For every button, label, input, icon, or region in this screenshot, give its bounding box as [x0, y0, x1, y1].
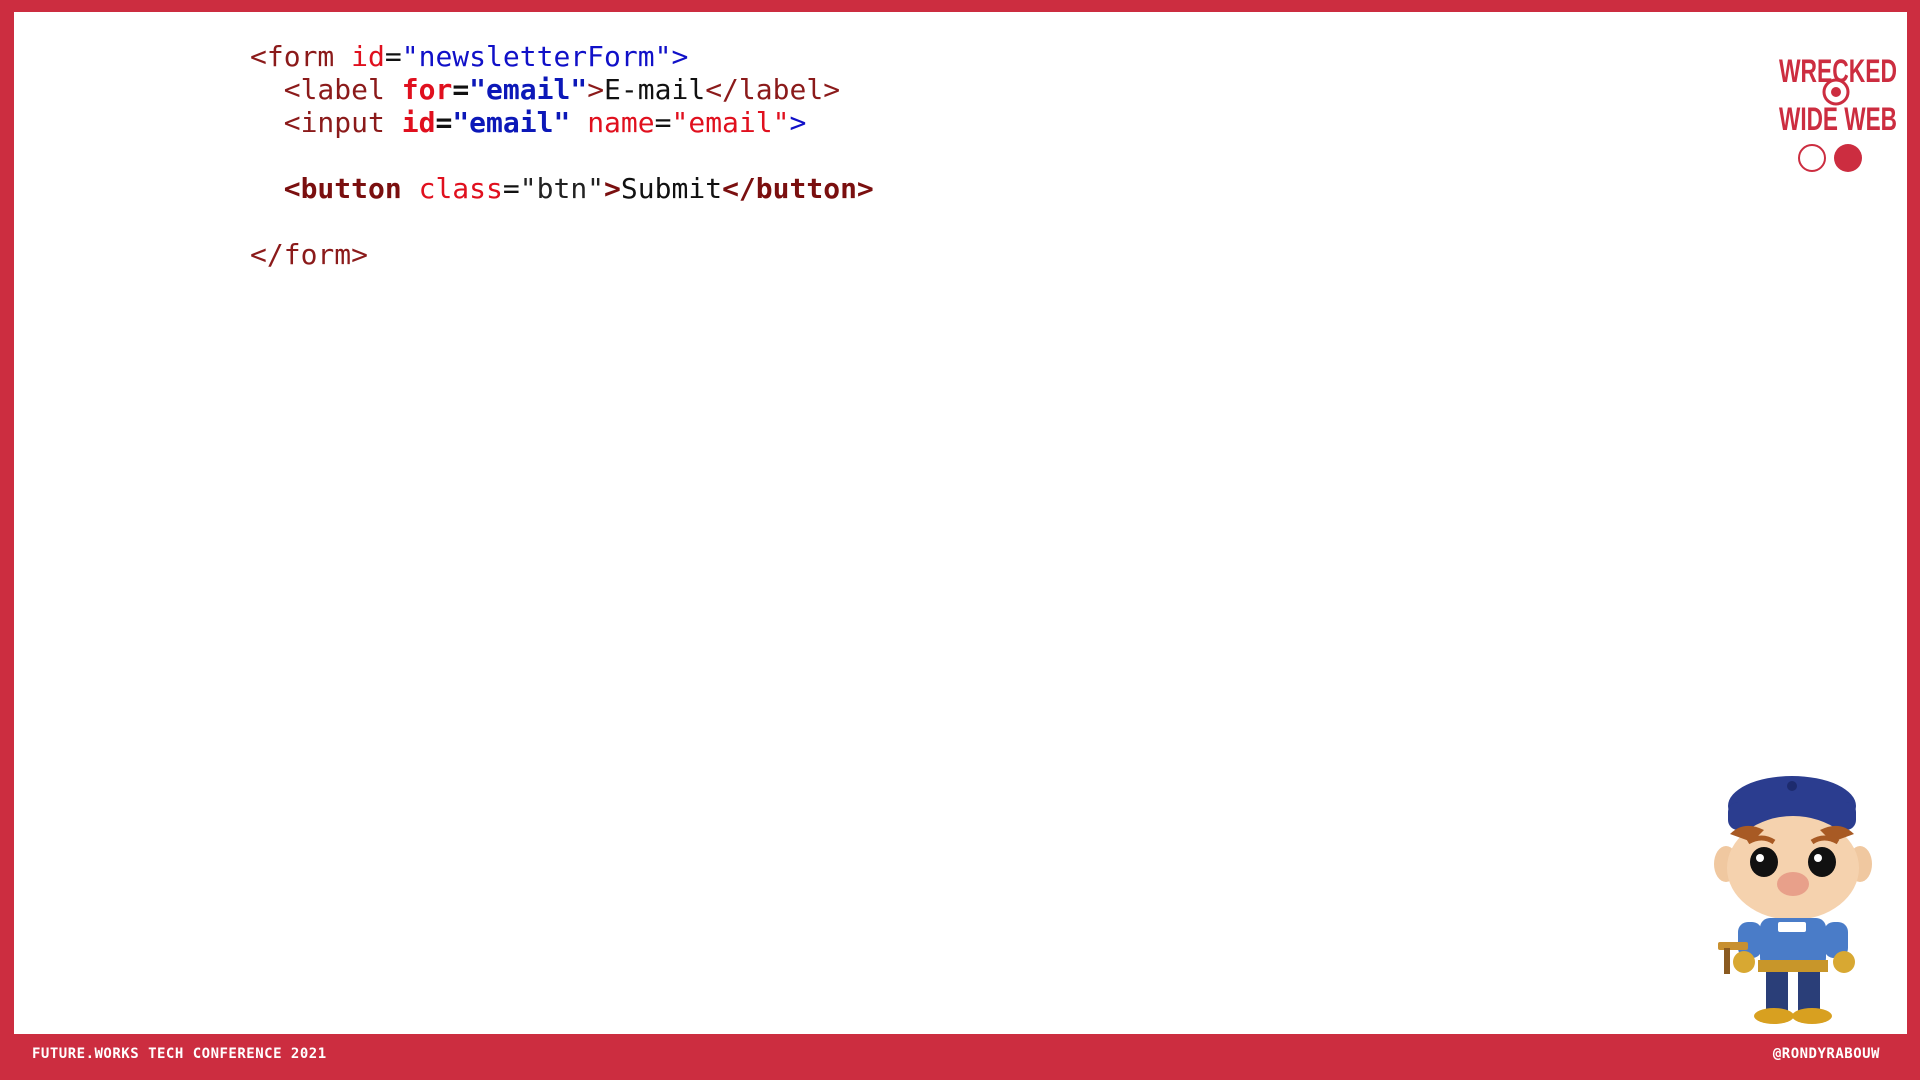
slide-dot-filled: [1834, 144, 1862, 172]
code-token-attr: id: [401, 106, 436, 139]
code-token-tag-close: >: [604, 172, 621, 205]
code-line-label: <label for="email">E-mail</label>: [250, 73, 874, 106]
code-token-eq: =: [435, 106, 453, 139]
logo-text-line2: WIDE WEB: [1779, 101, 1897, 137]
code-token-end-tag: </form>: [250, 238, 369, 271]
code-token-attr: id: [351, 40, 385, 73]
code-block: <form id="newsletterForm"> <label for="e…: [250, 40, 874, 271]
code-token-tag: <input: [283, 106, 402, 139]
wreck-it-ralph-logo-icon: WRECKED WIDE WEB: [1779, 53, 1897, 137]
code-token-string: "email": [671, 106, 790, 139]
code-token-tag: <button: [283, 172, 402, 205]
code-token-string: "email": [469, 73, 588, 106]
code-token-eq: =: [384, 40, 402, 73]
code-token-attr: name: [587, 106, 655, 139]
code-line-input: <input id="email" name="email">: [250, 106, 874, 139]
code-token-tag-close: >: [671, 40, 689, 73]
code-token-eq: =: [654, 106, 672, 139]
code-token-string: "email": [452, 106, 571, 139]
code-token-string: "btn": [519, 172, 605, 205]
code-token-text: Submit: [620, 172, 723, 205]
code-token-tag-close: >: [587, 73, 605, 106]
code-token-string: "newsletterForm": [401, 40, 672, 73]
slide-dot-empty: [1798, 144, 1826, 172]
slide-canvas: <form id="newsletterForm"> <label for="e…: [14, 12, 1907, 1034]
slide-frame: <form id="newsletterForm"> <label for="e…: [0, 0, 1920, 1080]
code-token-attr: class: [418, 172, 503, 205]
code-line-button: <button class="btn">Submit</button>: [250, 172, 874, 205]
code-token-attr: for: [401, 73, 453, 106]
code-line-form-close: </form>: [250, 238, 874, 271]
footer-conference-name: FUTURE.WORKS TECH CONFERENCE 2021: [32, 1046, 327, 1062]
fix-it-felix-figure-icon: [1714, 776, 1872, 1024]
code-token-eq: =: [502, 172, 520, 205]
slide-indicator: [1798, 144, 1862, 178]
code-token-text: E-mail: [604, 73, 706, 106]
code-token-tag-close: >: [789, 106, 807, 139]
code-token-tag: <label: [283, 73, 402, 106]
footer-speaker-handle: @RONDYRABOUW: [1772, 1046, 1880, 1062]
code-token-end-tag: </label>: [705, 73, 841, 106]
code-token-end-tag: </button>: [722, 172, 874, 205]
code-token-tag: <form: [250, 40, 352, 73]
code-line-form-open: <form id="newsletterForm">: [250, 40, 874, 73]
code-token-eq: =: [452, 73, 470, 106]
